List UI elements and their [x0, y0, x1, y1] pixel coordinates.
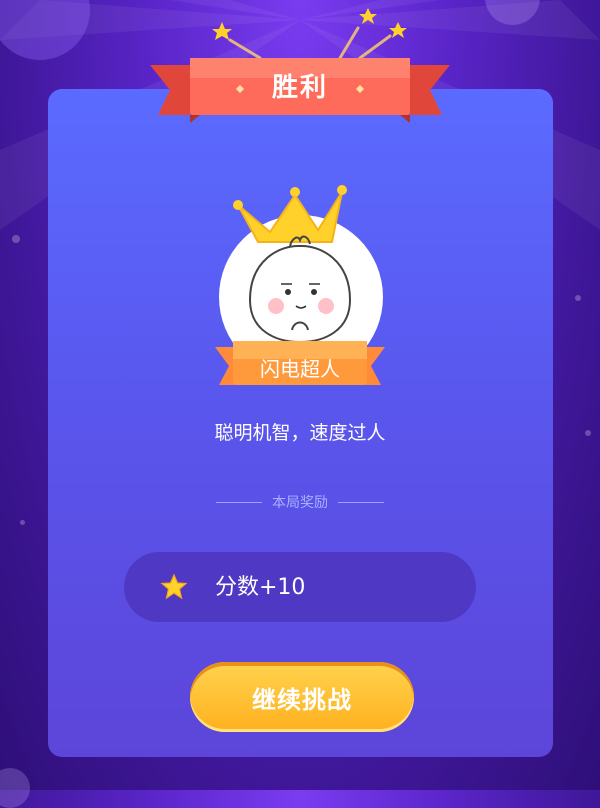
crown-icon — [233, 185, 347, 243]
reward-item-text: 分数+10 — [215, 575, 306, 600]
continue-challenge-button[interactable]: 继续挑战 — [190, 662, 414, 732]
result-title: 胜利 — [271, 72, 328, 103]
divider-line — [338, 501, 384, 503]
sparkle-dot — [575, 295, 581, 301]
sparkle-dot — [20, 520, 25, 525]
sparkle-dot — [12, 235, 20, 243]
reward-heading: 本局奖励 — [200, 490, 400, 514]
star-icon — [212, 22, 232, 40]
badge-name: 闪电超人 — [260, 356, 340, 381]
badge-description: 聪明机智，速度过人 — [214, 422, 386, 444]
reward-heading-label: 本局奖励 — [272, 495, 328, 511]
star-icon — [389, 22, 407, 38]
divider-line — [216, 501, 262, 503]
star-icon — [160, 573, 188, 600]
sparkle-dot — [585, 430, 591, 436]
star-icon — [359, 8, 377, 24]
